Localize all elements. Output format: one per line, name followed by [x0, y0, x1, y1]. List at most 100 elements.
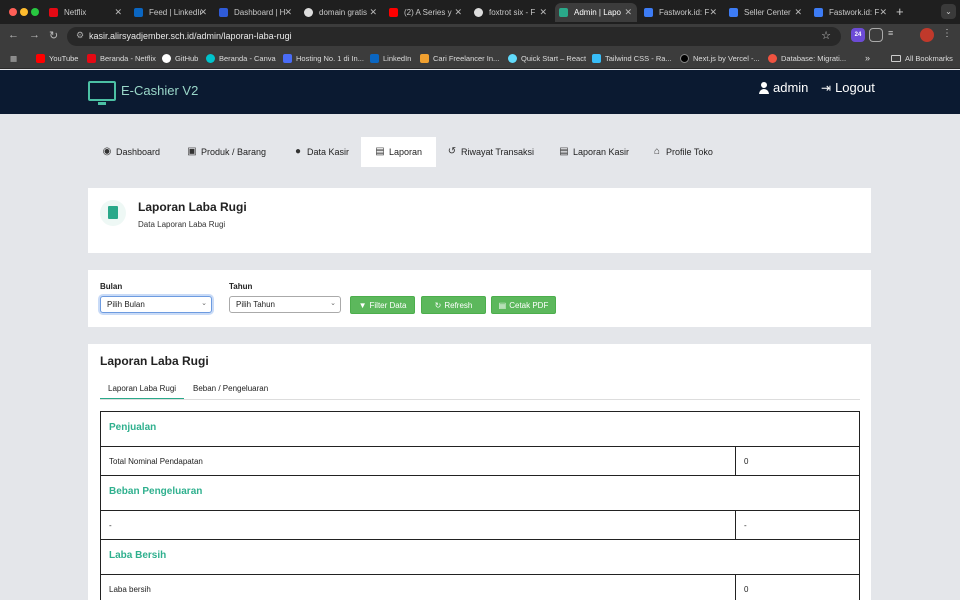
tailwind-icon: [592, 54, 601, 63]
folder-icon: [891, 55, 901, 62]
bookmark-item[interactable]: Tailwind CSS - Ra...: [592, 54, 672, 63]
minimize-window-button[interactable]: [20, 8, 28, 16]
bulan-label: Bulan: [100, 282, 123, 291]
close-tab-icon[interactable]: ✕: [454, 7, 462, 18]
bookmark-item[interactable]: Next.js by Vercel -...: [680, 54, 760, 63]
all-bookmarks-button[interactable]: All Bookmarks: [891, 54, 953, 63]
page-title: Laporan Laba Rugi: [138, 200, 247, 214]
reload-icon[interactable]: ↻: [49, 29, 58, 42]
close-tab-icon[interactable]: ✕: [114, 7, 122, 18]
section-row-penjualan: Penjualan: [101, 412, 859, 447]
browser-tab[interactable]: domain gratis ✕: [300, 3, 382, 22]
chevron-down-icon: ⌄: [330, 300, 336, 307]
site-info-icon[interactable]: ⚙: [76, 30, 84, 41]
report-table: Penjualan Total Nominal Pendapatan 0 Beba…: [100, 411, 860, 600]
nav-riwayat-transaksi[interactable]: ↺ Riwayat Transaksi: [447, 137, 534, 167]
url-text[interactable]: kasir.alirsyadjember.sch.id/admin/lapora…: [89, 31, 292, 41]
browser-tab[interactable]: (2) A Series y ✕: [385, 3, 467, 22]
browser-menu-icon[interactable]: ⋮: [942, 28, 956, 42]
browser-tab-active[interactable]: Admin | Lapo ✕: [555, 3, 637, 22]
table-row: Laba bersih 0: [101, 575, 859, 600]
close-tab-icon[interactable]: ✕: [709, 7, 717, 18]
maximize-window-button[interactable]: [31, 8, 39, 16]
cashier-logo-icon: [88, 81, 116, 105]
cetak-pdf-button[interactable]: ▤ Cetak PDF: [491, 296, 556, 314]
close-tab-icon[interactable]: ✕: [284, 7, 292, 18]
nav-produk[interactable]: ▣ Produk / Barang: [187, 137, 266, 167]
filter-data-button[interactable]: ▼ Filter Data: [350, 296, 415, 314]
bookmark-item[interactable]: Hosting No. 1 di In...: [283, 54, 364, 63]
more-bookmarks-icon[interactable]: »: [865, 53, 870, 63]
browser-tab[interactable]: Feed | LinkedIn ✕: [130, 3, 212, 22]
browser-tab[interactable]: Fastwork.id: F ✕: [640, 3, 722, 22]
browser-tab[interactable]: Netflix ✕: [45, 3, 127, 22]
bookmark-item[interactable]: YouTube: [36, 54, 78, 63]
close-tab-icon[interactable]: ✕: [624, 7, 632, 18]
extension-badge-icon[interactable]: 24: [851, 28, 865, 42]
page-header-card: Laporan Laba Rugi Data Laporan Laba Rugi: [88, 188, 871, 253]
react-icon: [508, 54, 517, 63]
tahun-select[interactable]: Pilih Tahun ⌄: [229, 296, 341, 313]
new-tab-button[interactable]: +: [896, 4, 904, 19]
freelancer-icon: [420, 54, 429, 63]
tab-search-chevron-icon[interactable]: ⌄: [941, 4, 956, 19]
netflix-icon: [87, 54, 96, 63]
close-tab-icon[interactable]: ✕: [199, 7, 207, 18]
filter-icon: ▼: [358, 300, 367, 310]
fastwork-icon: [814, 8, 823, 17]
app-header: E-Cashier V2 admin ⇥ Logout: [0, 70, 960, 114]
close-window-button[interactable]: [9, 8, 17, 16]
user-menu[interactable]: admin: [759, 80, 808, 95]
hosting-icon: [283, 54, 292, 63]
browser-tab[interactable]: Fastwork.id: F ✕: [810, 3, 892, 22]
bookmark-item[interactable]: Beranda - Canva: [206, 54, 276, 63]
netflix-icon: [49, 8, 58, 17]
laravel-icon: [768, 54, 777, 63]
page-subtitle: Data Laporan Laba Rugi: [138, 220, 226, 229]
store-icon: ⌂: [653, 146, 661, 157]
tab-beban-pengeluaran[interactable]: Beban / Pengeluaran: [193, 384, 268, 393]
extensions-puzzle-icon[interactable]: [869, 28, 883, 42]
nav-dashboard[interactable]: ◉ Dashboard: [102, 137, 160, 167]
nav-profile-toko[interactable]: ⌂ Profile Toko: [652, 137, 713, 167]
logout-button[interactable]: ⇥ Logout: [821, 80, 875, 95]
refresh-button[interactable]: ↻ Refresh: [421, 296, 486, 314]
bookmark-item[interactable]: Database: Migrati...: [768, 54, 846, 63]
apps-grid-icon[interactable]: ▦: [10, 54, 17, 63]
browser-tab[interactable]: foxtrot six - F ✕: [470, 3, 552, 22]
seller-center-icon: [729, 8, 738, 17]
close-tab-icon[interactable]: ✕: [539, 7, 547, 18]
nav-laporan[interactable]: ▤ Laporan: [361, 137, 437, 167]
fastwork-icon: [644, 8, 653, 17]
nav-data-kasir[interactable]: ● Data Kasir: [293, 137, 349, 167]
browser-tab[interactable]: Dashboard | Hosting✕: [215, 3, 297, 22]
bookmark-item[interactable]: LinkedIn: [370, 54, 411, 63]
forward-arrow-icon[interactable]: →: [29, 29, 40, 41]
bulan-select[interactable]: Pilih Bulan ⌄: [100, 296, 212, 313]
bookmark-item[interactable]: Cari Freelancer In...: [420, 54, 499, 63]
report-title: Laporan Laba Rugi: [100, 354, 209, 368]
profile-avatar[interactable]: [920, 28, 934, 42]
bookmark-star-icon[interactable]: ☆: [821, 29, 831, 42]
tab-divider: [100, 399, 860, 400]
linkedin-icon: [134, 8, 143, 17]
section-row-beban-pengeluaran: Beban Pengeluaran: [101, 476, 859, 511]
media-controls-icon[interactable]: ≡: [888, 28, 902, 42]
bookmark-item[interactable]: Beranda - Netflix: [87, 54, 156, 63]
back-arrow-icon[interactable]: ←: [8, 29, 19, 41]
youtube-icon: [36, 54, 45, 63]
box-icon: ▣: [187, 146, 197, 157]
browser-tab[interactable]: Seller Center ✕: [725, 3, 807, 22]
tab-laporan-laba-rugi[interactable]: Laporan Laba Rugi: [100, 384, 185, 400]
address-bar[interactable]: ⚙ kasir.alirsyadjember.sch.id/admin/lapo…: [67, 27, 841, 46]
report-card: Laporan Laba Rugi Laporan Laba Rugi Beba…: [88, 344, 871, 600]
linkedin-icon: [370, 54, 379, 63]
close-tab-icon[interactable]: ✕: [369, 7, 377, 18]
nav-laporan-kasir[interactable]: ▤ Laporan Kasir: [559, 137, 629, 167]
chevron-down-icon: ⌄: [201, 300, 207, 307]
bookmark-item[interactable]: GitHub: [162, 54, 198, 63]
close-tab-icon[interactable]: ✕: [794, 7, 802, 18]
bookmark-item[interactable]: Quick Start – React: [508, 54, 586, 63]
close-tab-icon[interactable]: ✕: [879, 7, 887, 18]
brand-name[interactable]: E-Cashier V2: [121, 83, 198, 98]
